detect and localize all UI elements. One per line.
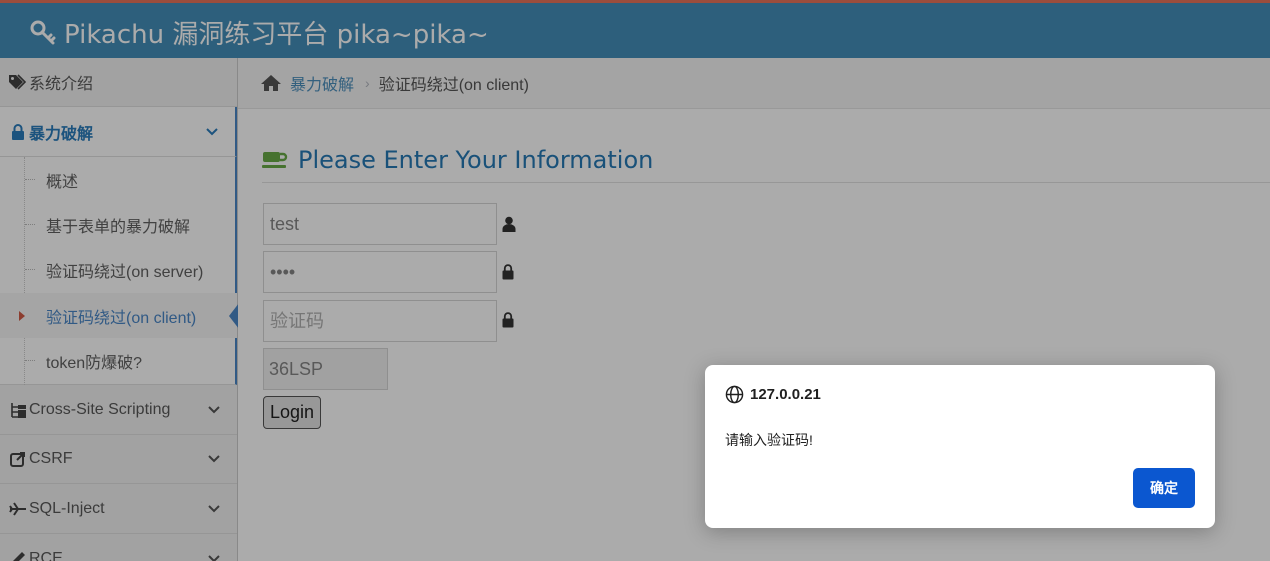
ok-button[interactable]: 确定 xyxy=(1133,468,1195,508)
alert-dialog: 127.0.0.21 请输入验证码! 确定 xyxy=(705,365,1215,528)
dialog-origin-text: 127.0.0.21 xyxy=(750,386,821,403)
dialog-message: 请输入验证码! xyxy=(725,432,813,448)
dialog-origin: 127.0.0.21 xyxy=(725,385,821,404)
globe-icon xyxy=(725,385,744,404)
